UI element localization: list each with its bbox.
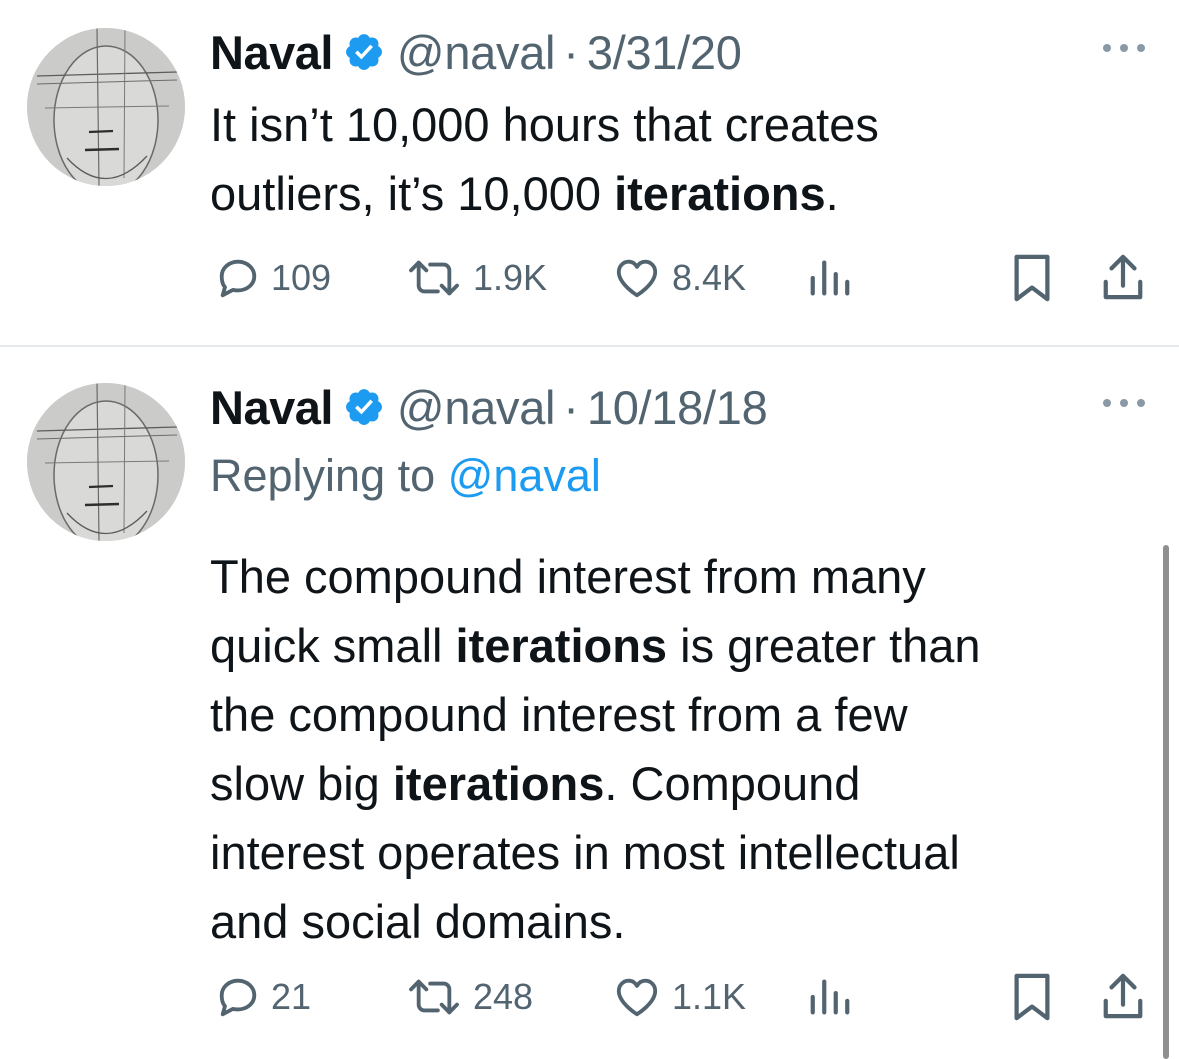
bookmark-button[interactable] <box>1012 248 1052 308</box>
reply-button[interactable]: 109 <box>215 248 331 308</box>
retweet-icon <box>409 260 459 296</box>
reply-count: 21 <box>271 976 312 1017</box>
views-button[interactable] <box>808 248 852 308</box>
tweet-text: The compound interest from many quick sm… <box>210 542 981 956</box>
reply-button[interactable]: 21 <box>215 967 311 1027</box>
bookmark-button[interactable] <box>1012 967 1052 1027</box>
tweet-header: Naval @naval · 3/31/20 <box>210 22 742 82</box>
reply-icon <box>219 978 257 1017</box>
more-options-icon[interactable] <box>1099 38 1149 58</box>
reply-icon <box>219 259 257 298</box>
tweet-text-line: the compound interest from a few <box>210 688 908 741</box>
verified-badge-icon <box>345 34 382 70</box>
bookmark-icon <box>1014 973 1050 1021</box>
replying-to: Replying to @naval <box>210 450 601 502</box>
separator-dot: · <box>563 380 579 434</box>
share-button[interactable] <box>1100 967 1146 1027</box>
replying-to-label: Replying to <box>210 450 448 501</box>
avatar[interactable] <box>27 28 185 186</box>
tweet-text-line: The compound interest from many <box>210 550 926 603</box>
tweet-text-line: and social domains. <box>210 895 626 948</box>
tweet-header: Naval @naval · 10/18/18 <box>210 377 768 437</box>
views-button[interactable] <box>808 967 852 1027</box>
retweet-count: 248 <box>473 976 534 1017</box>
like-button[interactable]: 1.1K <box>612 967 746 1027</box>
author-handle[interactable]: @naval <box>397 380 556 435</box>
avatar-sketch-image <box>27 383 185 541</box>
share-button[interactable] <box>1100 248 1146 308</box>
tweet-text-line: interest operates in most intellectual <box>210 826 960 879</box>
replying-to-mention[interactable]: @naval <box>448 450 601 501</box>
separator-dot: · <box>563 25 579 79</box>
share-icon <box>1103 973 1143 1019</box>
author-name[interactable]: Naval <box>210 380 333 435</box>
analytics-icon <box>810 260 850 296</box>
tweet-text-line: slow big iterations. Compound <box>210 757 861 810</box>
more-options-icon[interactable] <box>1099 393 1149 413</box>
heart-icon <box>616 978 658 1017</box>
action-bar: 21 248 1.1K <box>0 967 1179 1027</box>
like-button[interactable]: 8.4K <box>612 248 746 308</box>
like-count: 1.1K <box>672 976 747 1017</box>
tweet-text-line: It isn’t 10,000 hours that creates <box>210 98 879 151</box>
tweet-date[interactable]: 3/31/20 <box>587 25 742 80</box>
retweet-count: 1.9K <box>473 257 548 298</box>
reply-count: 109 <box>271 257 332 298</box>
tweet-text: It isn’t 10,000 hours that creates outli… <box>210 90 879 228</box>
author-handle[interactable]: @naval <box>397 25 556 80</box>
analytics-icon <box>810 979 850 1015</box>
action-bar: 109 1.9K 8.4K <box>0 248 1179 308</box>
bookmark-icon <box>1014 254 1050 302</box>
tweet-text-line: quick small iterations is greater than <box>210 619 981 672</box>
scrollbar[interactable] <box>1163 545 1169 1059</box>
share-icon <box>1103 254 1143 300</box>
tweet-date[interactable]: 10/18/18 <box>587 380 768 435</box>
retweet-button[interactable]: 1.9K <box>405 248 547 308</box>
retweet-icon <box>409 979 459 1015</box>
verified-badge-icon <box>345 389 382 425</box>
heart-icon <box>616 259 658 298</box>
tweet-1[interactable]: Naval @naval · 3/31/20 It isn’t 10,000 h… <box>0 0 1179 345</box>
like-count: 8.4K <box>672 257 747 298</box>
author-name[interactable]: Naval <box>210 25 333 80</box>
avatar-sketch-image <box>27 28 185 186</box>
retweet-button[interactable]: 248 <box>405 967 533 1027</box>
tweet-2[interactable]: Naval @naval · 10/18/18 Replying to @nav… <box>0 347 1179 1059</box>
avatar[interactable] <box>27 383 185 541</box>
tweet-text-line: outliers, it’s 10,000 iterations. <box>210 167 839 220</box>
